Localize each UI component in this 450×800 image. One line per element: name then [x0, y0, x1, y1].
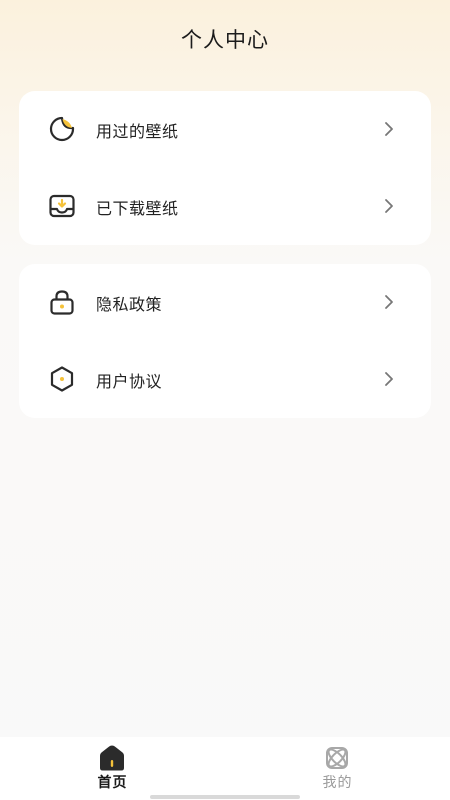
chevron-right-icon: [383, 197, 395, 215]
chevron-right-icon: [383, 293, 395, 311]
used-wallpaper-icon: [48, 115, 76, 143]
home-icon: [98, 744, 126, 772]
tab-mine[interactable]: 我的: [225, 737, 450, 800]
menu-item-label: 已下载壁纸: [96, 199, 179, 218]
menu-card-legal: 隐私政策 用户协议: [19, 264, 431, 418]
tab-label: 首页: [97, 775, 128, 791]
menu-item-used-wallpapers[interactable]: 用过的壁纸: [19, 91, 431, 168]
lock-icon: [48, 288, 76, 316]
hexagon-icon: [48, 365, 76, 393]
chevron-right-icon: [383, 370, 395, 388]
download-tray-icon: [48, 192, 76, 220]
menu-item-label: 用过的壁纸: [96, 122, 179, 141]
menu-item-user-agreement[interactable]: 用户协议: [19, 341, 431, 418]
home-indicator-bar: [150, 795, 300, 799]
page-title: 个人中心: [181, 28, 269, 52]
tab-home[interactable]: 首页: [0, 737, 225, 800]
menu-item-label: 用户协议: [96, 372, 163, 391]
menu-item-downloaded-wallpapers[interactable]: 已下载壁纸: [19, 168, 431, 245]
menu-item-label: 隐私政策: [96, 295, 163, 314]
chevron-right-icon: [383, 120, 395, 138]
atom-icon: [323, 744, 351, 772]
menu-item-privacy-policy[interactable]: 隐私政策: [19, 264, 431, 341]
bottom-tab-bar: 首页 我的: [0, 737, 450, 800]
menu-card-wallpapers: 用过的壁纸 已下载壁纸: [19, 91, 431, 245]
tab-label: 我的: [322, 775, 353, 791]
